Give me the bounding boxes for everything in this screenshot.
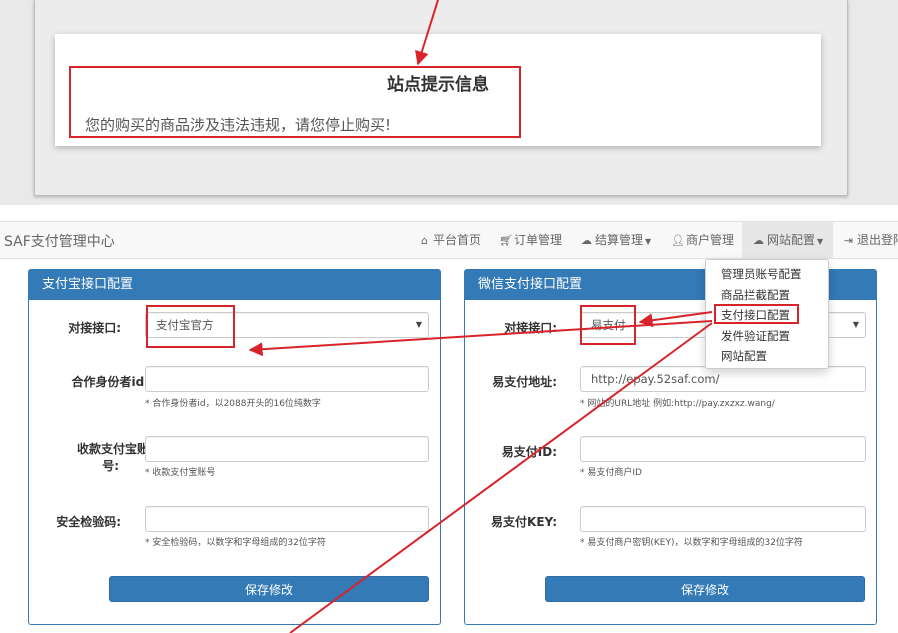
alipay-account-help: * 收款支付宝账号 bbox=[145, 468, 216, 478]
dropdown-item-mail-verify[interactable]: 发件验证配置 bbox=[706, 326, 828, 347]
alipay-save-button[interactable]: 保存修改 bbox=[109, 576, 429, 602]
dropdown-item-admin-account[interactable]: 管理员账号配置 bbox=[706, 264, 828, 285]
alipay-security-input[interactable] bbox=[145, 506, 429, 532]
wechat-key-input[interactable] bbox=[580, 506, 866, 532]
logout-icon: ⇥ bbox=[843, 234, 854, 247]
home-icon: ⌂ bbox=[421, 234, 428, 247]
nav-logout[interactable]: ⇥退出登陆 bbox=[842, 222, 898, 258]
annotation-box-alipay-interface bbox=[146, 305, 235, 348]
nav-settlement[interactable]: ☁ 结算管理 ▼ bbox=[580, 222, 651, 258]
alipay-partner-help: * 合作身份者id，以2088开头的16位纯数字 bbox=[145, 399, 321, 409]
alipay-account-input[interactable] bbox=[145, 436, 429, 462]
alipay-interface-label: 对接接口: bbox=[68, 321, 121, 335]
cart-icon: 🛒︎ bbox=[499, 234, 513, 247]
user-icon: 👤︎ bbox=[671, 234, 685, 247]
nav-site-config[interactable]: ☁ 网站配置 ▼ bbox=[742, 222, 834, 258]
annotation-box-wechat-interface bbox=[580, 305, 636, 345]
cloud-icon: ☁ bbox=[581, 234, 592, 247]
wechat-url-input[interactable]: http://epay.52saf.com/ bbox=[580, 366, 866, 392]
select-arrow-icon: ▼ bbox=[415, 320, 422, 329]
alipay-security-label: 安全检验码: bbox=[56, 515, 121, 529]
wechat-interface-label: 对接接口: bbox=[504, 321, 557, 335]
navbar: SAF支付管理中心 ⌂ 平台首页 🛒︎订单管理 ☁ 结算管理 ▼ 👤︎商户管理 ☁ 网站… bbox=[0, 221, 898, 259]
alipay-panel-title: 支付宝接口配置 bbox=[29, 270, 440, 300]
wechat-id-help: * 易支付商户ID bbox=[580, 468, 642, 478]
alipay-security-help: * 安全检验码，以数字和字母组成的32位字符 bbox=[145, 538, 326, 548]
select-arrow-icon: ▼ bbox=[852, 320, 859, 329]
cloud-icon: ☁ bbox=[753, 234, 764, 247]
alipay-account-label: 收款支付宝账 号: bbox=[76, 442, 149, 473]
wechat-save-button[interactable]: 保存修改 bbox=[545, 576, 865, 602]
nav-orders[interactable]: 🛒︎订单管理 bbox=[499, 222, 562, 258]
notice-backdrop: 站点提示信息 您的购买的商品涉及违法违规，请您停止购买! bbox=[0, 0, 898, 205]
brand[interactable]: SAF支付管理中心 bbox=[4, 231, 115, 251]
dropdown-item-product-block[interactable]: 商品拦截配置 bbox=[706, 285, 828, 306]
alipay-partner-label: 合作身份者id: bbox=[71, 375, 149, 389]
dropdown-item-site-config[interactable]: 网站配置 bbox=[706, 346, 828, 367]
alipay-partner-input[interactable] bbox=[145, 366, 429, 392]
annotation-box-notice bbox=[69, 66, 521, 138]
nav-home[interactable]: ⌂ 平台首页 bbox=[418, 222, 481, 258]
wechat-key-help: * 易支付商户密钥(KEY)，以数字和字母组成的32位字符 bbox=[580, 538, 803, 548]
wechat-url-label: 易支付地址: bbox=[492, 375, 557, 389]
wechat-id-label: 易支付ID: bbox=[501, 445, 557, 459]
wechat-key-label: 易支付KEY: bbox=[491, 515, 557, 529]
wechat-id-input[interactable] bbox=[580, 436, 866, 462]
caret-down-icon: ▼ bbox=[645, 237, 652, 246]
nav-merchants[interactable]: 👤︎商户管理 bbox=[671, 222, 734, 258]
annotation-box-payment-menu bbox=[714, 304, 799, 324]
wechat-url-help: * 网站的URL地址 例如:http://pay.zxzxz.wang/ bbox=[580, 399, 775, 409]
caret-down-icon: ▼ bbox=[817, 237, 824, 246]
